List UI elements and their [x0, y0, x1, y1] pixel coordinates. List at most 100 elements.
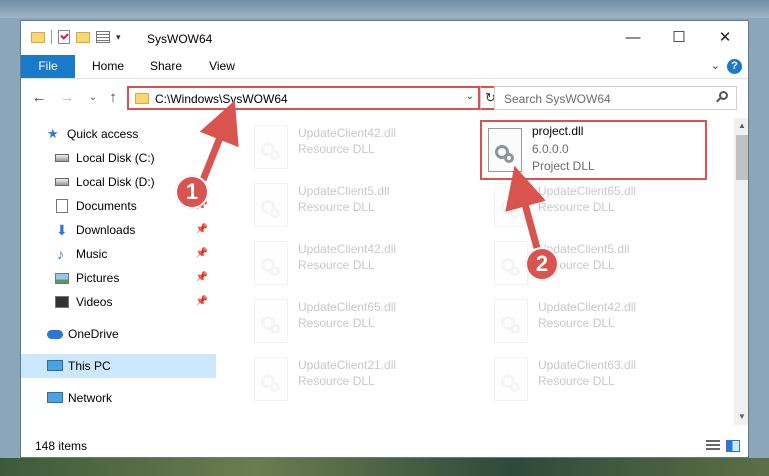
dll-file-icon — [254, 183, 288, 227]
sidebar-item-network[interactable]: Network — [21, 386, 216, 410]
tab-view[interactable]: View — [197, 55, 247, 78]
network-icon — [47, 392, 63, 403]
forward-arrow-icon[interactable]: → — [57, 88, 77, 108]
tab-home[interactable]: Home — [83, 55, 133, 78]
callout-badge-2: 2 — [525, 247, 559, 281]
scrollbar-thumb[interactable] — [736, 135, 748, 180]
downloads-icon: ⬇ — [56, 222, 68, 238]
dll-file-icon — [254, 241, 288, 285]
address-bar[interactable]: C:\Windows\SysWOW64 ⌄ — [127, 86, 480, 110]
sidebar-item-label: Local Disk (C:) — [76, 151, 155, 165]
address-dropdown-icon[interactable]: ⌄ — [466, 91, 474, 102]
file-description: Resource DLL — [538, 374, 615, 388]
list-item[interactable]: UpdateClient65.dll Resource DLL — [240, 296, 470, 348]
desktop-background-bottom — [0, 458, 769, 476]
sidebar-item-label: Videos — [76, 295, 113, 309]
music-icon: ♪ — [57, 246, 64, 262]
list-item[interactable]: UpdateClient65.dll Resource DLL — [480, 180, 710, 232]
videos-icon — [55, 296, 69, 308]
sidebar-item-label: Pictures — [76, 271, 120, 285]
file-name: UpdateClient65.dll — [538, 184, 637, 198]
sidebar-item-label: Documents — [76, 199, 137, 213]
navigation-bar: ← → ⌄ ↑ C:\Windows\SysWOW64 ⌄ ↻ Search S… — [21, 78, 748, 118]
file-description: Resource DLL — [298, 200, 375, 214]
pin-icon[interactable]: 📌 — [196, 242, 208, 266]
list-item[interactable]: UpdateClient42.dll Resource DLL — [240, 122, 470, 174]
sidebar-item-this-pc[interactable]: This PC — [21, 354, 216, 378]
sidebar-item-quick-access[interactable]: ★ Quick access — [21, 122, 216, 146]
status-bar: 148 items — [21, 435, 748, 457]
sidebar-item-label: This PC — [68, 359, 111, 373]
close-button[interactable]: ✕ — [702, 21, 748, 55]
minimize-button[interactable]: — — [610, 21, 656, 55]
drive-icon — [55, 154, 69, 162]
file-name: UpdateClient21.dll — [298, 358, 397, 372]
sidebar-item-label: Downloads — [76, 223, 136, 237]
list-item[interactable]: UpdateClient5.dll Resource DLL — [480, 238, 710, 290]
file-name: UpdateClient5.dll — [298, 184, 390, 198]
pictures-icon — [55, 273, 69, 284]
list-item[interactable]: UpdateClient5.dll Resource DLL — [240, 180, 470, 232]
back-arrow-icon[interactable]: ← — [29, 88, 49, 108]
vertical-scrollbar[interactable]: ▲ ▼ — [734, 118, 748, 425]
desktop-background — [0, 0, 769, 18]
dll-file-icon — [254, 125, 288, 169]
large-icons-view-icon[interactable] — [726, 440, 740, 452]
new-folder-icon[interactable] — [76, 31, 90, 43]
file-name: UpdateClient63.dll — [538, 358, 637, 372]
file-name: UpdateClient42.dll — [298, 242, 397, 256]
file-description: Project DLL — [532, 159, 595, 173]
dll-file-icon — [254, 357, 288, 401]
sidebar-item-local-disk-c[interactable]: Local Disk (C:) — [21, 146, 216, 170]
title-bar: ▾ SysWOW64 — ☐ ✕ — [21, 21, 748, 55]
documents-icon — [56, 199, 68, 213]
file-list: UpdateClient42.dll Resource DLL UpdateCl… — [216, 118, 734, 425]
file-name: UpdateClient42.dll — [298, 126, 397, 140]
file-description: Resource DLL — [538, 316, 615, 330]
sidebar-item-downloads[interactable]: ⬇ Downloads 📌 — [21, 218, 216, 242]
properties-check-icon[interactable] — [58, 30, 70, 44]
list-item[interactable]: UpdateClient21.dll Resource DLL — [240, 354, 470, 406]
sidebar-item-label: Music — [76, 247, 108, 261]
maximize-button[interactable]: ☐ — [656, 21, 702, 55]
list-item[interactable]: UpdateClient63.dll Resource DLL — [480, 354, 710, 406]
dll-file-icon — [494, 357, 528, 401]
qat-dropdown-icon[interactable]: ▾ — [116, 32, 121, 43]
item-count: 148 items — [35, 439, 88, 453]
recent-locations-icon[interactable]: ⌄ — [83, 88, 103, 108]
drive-icon — [55, 178, 69, 186]
sidebar-item-videos[interactable]: Videos 📌 — [21, 290, 216, 314]
file-name: project.dll — [532, 124, 584, 138]
sidebar-item-onedrive[interactable]: OneDrive — [21, 322, 216, 346]
folder-icon — [31, 31, 45, 43]
folder-icon — [135, 93, 149, 104]
tab-file[interactable]: File — [21, 55, 75, 78]
file-name: UpdateClient65.dll — [298, 300, 397, 314]
dll-file-icon — [254, 299, 288, 343]
sidebar-item-pictures[interactable]: Pictures 📌 — [21, 266, 216, 290]
search-placeholder: Search SysWOW64 — [504, 92, 611, 106]
scroll-up-icon[interactable]: ▲ — [734, 118, 748, 134]
list-item[interactable]: UpdateClient42.dll Resource DLL — [240, 238, 470, 290]
sidebar-item-label: Local Disk (D:) — [76, 175, 155, 189]
quick-access-toolbar: ▾ — [31, 30, 121, 44]
up-arrow-icon[interactable]: ↑ — [103, 88, 123, 108]
pin-icon[interactable]: 📌 — [196, 266, 208, 290]
help-icon[interactable]: ? — [727, 59, 742, 74]
file-name: UpdateClient42.dll — [538, 300, 637, 314]
tab-share[interactable]: Share — [141, 55, 191, 78]
file-description: Resource DLL — [538, 200, 615, 214]
pin-icon[interactable]: 📌 — [196, 290, 208, 314]
sidebar-item-music[interactable]: ♪ Music 📌 — [21, 242, 216, 266]
dll-file-icon — [488, 128, 522, 172]
ribbon-expand-icon[interactable]: ⌄ — [711, 59, 720, 72]
details-view-icon[interactable] — [706, 440, 720, 452]
pin-icon[interactable]: 📌 — [196, 218, 208, 242]
search-input[interactable]: Search SysWOW64 — [494, 86, 737, 110]
scroll-down-icon[interactable]: ▼ — [734, 409, 748, 425]
customize-icon[interactable] — [96, 31, 110, 43]
ribbon-tabs: File Home Share View ⌄ ? — [21, 55, 748, 79]
list-item[interactable]: UpdateClient42.dll Resource DLL — [480, 296, 710, 348]
project-dll-file[interactable]: project.dll 6.0.0.0 Project DLL — [480, 120, 707, 180]
dll-file-icon — [494, 183, 528, 227]
